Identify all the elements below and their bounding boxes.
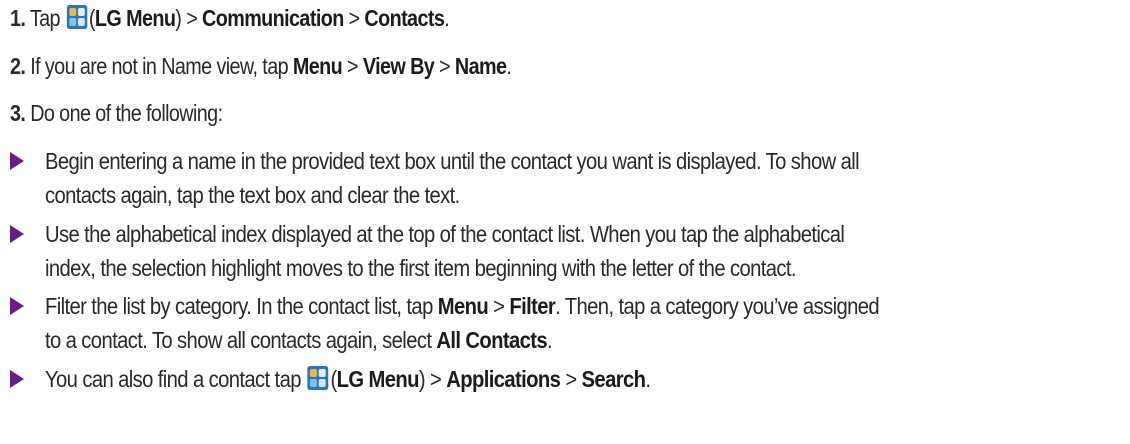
- period: .: [645, 366, 651, 392]
- lg-menu-label: LG Menu: [336, 366, 420, 392]
- bullet-1-line-2: contacts again, tap the text box and cle…: [45, 182, 460, 208]
- lg-menu-icon: [307, 366, 329, 398]
- step-text: Do one of the following:: [25, 100, 223, 126]
- triangle-bullet-icon: [10, 297, 24, 315]
- period: .: [547, 327, 553, 353]
- step-1: 1. Tap (LG Menu) > Communication > Conta…: [10, 2, 965, 37]
- bullet-4-line-1: You can also find a contact tap (LG Menu…: [45, 363, 991, 398]
- menu-label: Menu: [292, 53, 343, 79]
- lg-menu-label: LG Menu: [94, 5, 176, 31]
- triangle-bullet-icon: [10, 225, 24, 243]
- filter-label: Filter: [509, 293, 556, 319]
- search-label: Search: [581, 366, 646, 392]
- bullet-text: You can also find a contact tap: [45, 366, 306, 392]
- step-text: If you are not in Name view, tap: [25, 53, 293, 79]
- separator: >: [488, 293, 510, 319]
- bullet-3-line-2: to a contact. To show all contacts again…: [45, 324, 991, 356]
- bullet-3-line-1: Filter the list by category. In the cont…: [45, 290, 991, 322]
- separator: >: [434, 53, 455, 79]
- period: .: [444, 5, 450, 31]
- triangle-bullet-icon: [10, 370, 24, 388]
- view-by-label: View By: [362, 53, 435, 79]
- step-text: Tap: [29, 5, 61, 31]
- bullet-text: Filter the list by category. In the cont…: [45, 293, 438, 319]
- lg-menu-icon: [66, 5, 88, 37]
- bullet-1-line-1: Begin entering a name in the provided te…: [45, 148, 860, 174]
- step-number: 1.: [10, 5, 26, 31]
- bullet-2-line-2: index, the selection highlight moves to …: [45, 255, 797, 281]
- bullet-text: to a contact. To show all contacts again…: [45, 327, 437, 353]
- menu-label: Menu: [437, 293, 489, 319]
- instruction-page: 1. Tap (LG Menu) > Communication > Conta…: [0, 0, 1130, 444]
- communication-label: Communication: [202, 5, 344, 31]
- step-number: 2.: [10, 53, 26, 79]
- name-label: Name: [454, 53, 507, 79]
- contacts-label: Contacts: [364, 5, 445, 31]
- separator: >: [343, 5, 365, 31]
- bullet-2-line-1: Use the alphabetical index displayed at …: [45, 221, 845, 247]
- applications-label: Applications: [446, 366, 561, 392]
- step-2: 2. If you are not in Name view, tap Menu…: [10, 50, 965, 82]
- separator: >: [342, 53, 363, 79]
- step-3: 3. Do one of the following:: [10, 97, 965, 129]
- separator: >: [181, 5, 203, 31]
- period: .: [506, 53, 512, 79]
- bullet-text: . Then, tap a category you’ve assigned: [555, 293, 880, 319]
- separator: >: [560, 366, 582, 392]
- separator: >: [425, 366, 447, 392]
- all-contacts-label: All Contacts: [436, 327, 548, 353]
- triangle-bullet-icon: [10, 152, 24, 170]
- step-number: 3.: [10, 100, 26, 126]
